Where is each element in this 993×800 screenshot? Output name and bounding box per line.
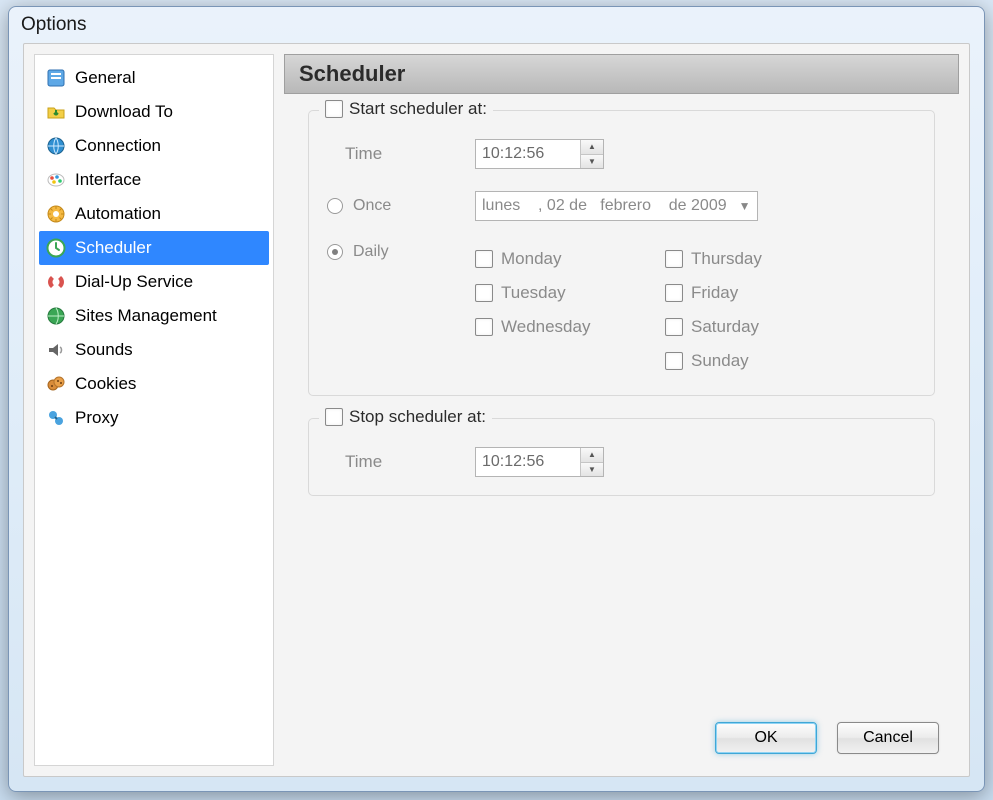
day-monday-checkbox[interactable] — [475, 250, 493, 268]
start-scheduler-checkbox[interactable] — [325, 100, 343, 118]
category-sidebar: General Download To Connection Interface — [34, 54, 274, 766]
panel: Scheduler Start scheduler at: Time ▲ — [284, 54, 959, 766]
sidebar-item-proxy[interactable]: Proxy — [39, 401, 269, 435]
cancel-button[interactable]: Cancel — [837, 722, 939, 754]
day-label: Tuesday — [501, 283, 566, 303]
dialog-body: General Download To Connection Interface — [23, 43, 970, 777]
stop-time-spinner[interactable]: ▲ ▼ — [580, 448, 603, 476]
sidebar-item-label: Scheduler — [75, 237, 152, 259]
connection-icon — [45, 135, 67, 157]
sounds-icon — [45, 339, 67, 361]
chevron-down-icon: ▼ — [733, 199, 751, 213]
panel-title: Scheduler — [284, 54, 959, 94]
sidebar-item-scheduler[interactable]: Scheduler — [39, 231, 269, 265]
day-tuesday: Tuesday — [475, 277, 635, 309]
dialup-icon — [45, 271, 67, 293]
spinner-down-icon[interactable]: ▼ — [581, 462, 603, 477]
day-wednesday-checkbox[interactable] — [475, 318, 493, 336]
sidebar-item-general[interactable]: General — [39, 61, 269, 95]
start-scheduler-group: Start scheduler at: Time ▲ ▼ — [308, 110, 935, 396]
start-scheduler-label: Start scheduler at: — [349, 99, 487, 119]
interface-icon — [45, 169, 67, 191]
sites-icon — [45, 305, 67, 327]
titlebar[interactable]: Options — [9, 7, 984, 43]
once-date-field[interactable]: lunes , 02 de febrero de 2009 ▼ — [475, 191, 758, 221]
download-icon — [45, 101, 67, 123]
options-dialog: Options General Download To Connectio — [8, 6, 985, 792]
panel-body: Start scheduler at: Time ▲ ▼ — [284, 94, 959, 714]
day-thursday-checkbox[interactable] — [665, 250, 683, 268]
stop-time-input[interactable] — [476, 448, 580, 476]
sidebar-item-label: General — [75, 67, 135, 89]
sidebar-item-label: Sites Management — [75, 305, 217, 327]
start-time-spinner[interactable]: ▲ ▼ — [580, 140, 603, 168]
sidebar-item-sites[interactable]: Sites Management — [39, 299, 269, 333]
ok-button[interactable]: OK — [715, 722, 817, 754]
stop-scheduler-checkbox[interactable] — [325, 408, 343, 426]
sidebar-item-automation[interactable]: Automation — [39, 197, 269, 231]
stop-scheduler-group: Stop scheduler at: Time ▲ ▼ — [308, 418, 935, 496]
cookies-icon — [45, 373, 67, 395]
sidebar-item-label: Proxy — [75, 407, 118, 429]
sidebar-item-label: Interface — [75, 169, 141, 191]
sidebar-item-dialup[interactable]: Dial-Up Service — [39, 265, 269, 299]
sidebar-item-cookies[interactable]: Cookies — [39, 367, 269, 401]
day-label: Friday — [691, 283, 738, 303]
start-time-label: Time — [345, 144, 455, 164]
day-sunday-checkbox[interactable] — [665, 352, 683, 370]
start-time-input[interactable] — [476, 140, 580, 168]
window-title: Options — [21, 14, 86, 36]
automation-icon — [45, 203, 67, 225]
sidebar-item-connection[interactable]: Connection — [39, 129, 269, 163]
stop-scheduler-legend: Stop scheduler at: — [319, 407, 492, 427]
sidebar-item-label: Connection — [75, 135, 161, 157]
start-scheduler-legend: Start scheduler at: — [319, 99, 493, 119]
stop-time-label: Time — [345, 452, 455, 472]
day-wednesday: Wednesday — [475, 311, 635, 343]
general-icon — [45, 67, 67, 89]
day-label: Thursday — [691, 249, 762, 269]
day-label: Monday — [501, 249, 561, 269]
spinner-down-icon[interactable]: ▼ — [581, 154, 603, 169]
mode-daily-label: Daily — [353, 243, 389, 261]
ok-button-label: OK — [754, 729, 777, 747]
day-label: Saturday — [691, 317, 759, 337]
mode-daily-radio[interactable] — [327, 244, 343, 260]
day-friday-checkbox[interactable] — [665, 284, 683, 302]
day-tuesday-checkbox[interactable] — [475, 284, 493, 302]
sidebar-item-interface[interactable]: Interface — [39, 163, 269, 197]
stop-time-field[interactable]: ▲ ▼ — [475, 447, 604, 477]
sidebar-item-label: Automation — [75, 203, 161, 225]
scheduler-icon — [45, 237, 67, 259]
mode-once-label: Once — [353, 197, 391, 215]
day-monday: Monday — [475, 243, 635, 275]
spinner-up-icon[interactable]: ▲ — [581, 140, 603, 154]
day-saturday-checkbox[interactable] — [665, 318, 683, 336]
day-thursday: Thursday — [665, 243, 825, 275]
sidebar-item-label: Sounds — [75, 339, 133, 361]
spinner-up-icon[interactable]: ▲ — [581, 448, 603, 462]
day-label: Sunday — [691, 351, 749, 371]
mode-once-radio[interactable] — [327, 198, 343, 214]
proxy-icon — [45, 407, 67, 429]
sidebar-item-label: Dial-Up Service — [75, 271, 193, 293]
day-saturday: Saturday — [665, 311, 825, 343]
cancel-button-label: Cancel — [863, 729, 913, 747]
sidebar-item-download-to[interactable]: Download To — [39, 95, 269, 129]
dialog-footer: OK Cancel — [284, 714, 959, 766]
sidebar-item-label: Download To — [75, 101, 173, 123]
day-sunday: Sunday — [665, 345, 825, 377]
days-grid: Monday Tuesday Wednesday — [475, 243, 825, 377]
sidebar-item-sounds[interactable]: Sounds — [39, 333, 269, 367]
stop-scheduler-label: Stop scheduler at: — [349, 407, 486, 427]
once-date-value: lunes , 02 de febrero de 2009 — [482, 197, 727, 215]
start-time-field[interactable]: ▲ ▼ — [475, 139, 604, 169]
sidebar-item-label: Cookies — [75, 373, 136, 395]
day-label: Wednesday — [501, 317, 590, 337]
day-friday: Friday — [665, 277, 825, 309]
